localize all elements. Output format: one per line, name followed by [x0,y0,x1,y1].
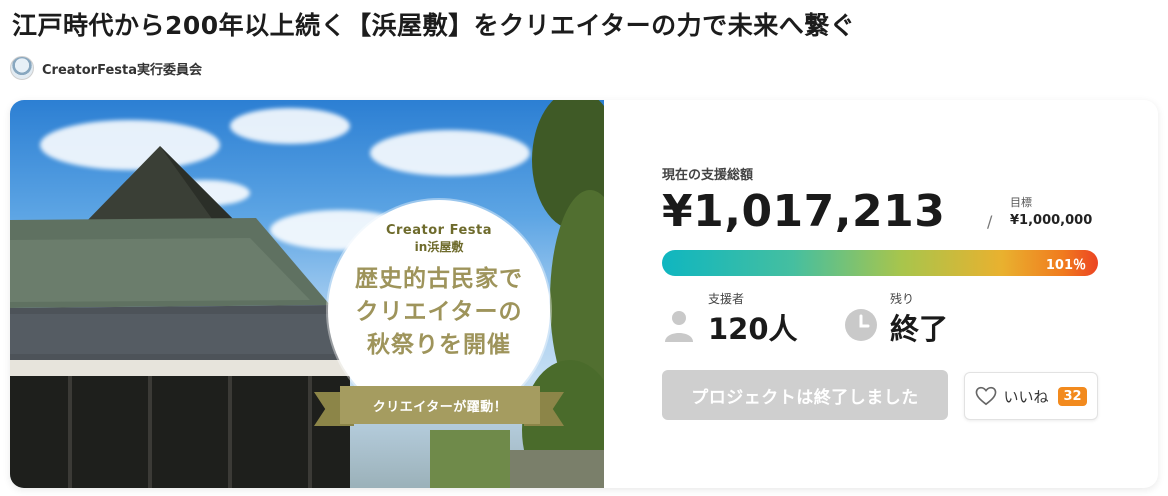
badge-headline-line: クリエイターの [355,299,523,325]
total-label: 現在の支援総額 [662,168,754,183]
badge-headline: 歴史的古民家で クリエイターの 秋祭りを開催 [328,263,550,362]
project-card: Creator Festa in浜屋敷 歴史的古民家で クリエイターの 秋祭りを… [10,100,1158,488]
badge-headline-line: 歴史的古民家で [355,266,523,292]
supporters-value: 120人 [708,312,798,346]
goal-label: 目標 [1010,196,1032,209]
person-icon [665,311,693,342]
goal-separator: / [987,212,993,231]
goal-amount: ¥1,000,000 [1010,213,1093,228]
badge-english-title: Creator Festa [385,223,493,238]
progress-bar: 101％ [662,250,1098,276]
progress-percent: 101％ [1045,258,1086,273]
like-button[interactable]: いいね 32 [964,372,1098,420]
owner-avatar[interactable] [10,56,34,80]
heart-icon [976,386,997,406]
total-amount: ¥1,017,213 [662,186,946,237]
badge-location: in浜屋敷 [414,240,464,254]
supporters-label: 支援者 [708,292,745,306]
project-hero-image: Creator Festa in浜屋敷 歴史的古民家で クリエイターの 秋祭りを… [10,100,604,488]
badge-headline-line: 秋祭りを開催 [367,332,511,358]
project-ended-button[interactable]: プロジェクトは終了しました [662,370,948,420]
owner-name[interactable]: CreatorFesta実行委員会 [42,59,202,78]
project-owner[interactable]: CreatorFesta実行委員会 [10,56,202,80]
project-title: 江戸時代から200年以上続く【浜屋敷】をクリエイターの力で未来へ繋ぐ [12,11,856,40]
clock-icon [845,309,877,341]
like-label: いいね [1003,387,1049,406]
funding-panel: 現在の支援総額 ¥1,017,213 / 目標 ¥1,000,000 101％ … [604,100,1158,488]
remaining-label: 残り [890,292,915,306]
remaining-value: 終了 [890,312,949,346]
like-count-badge: 32 [1058,386,1087,406]
ribbon-banner: クリエイターが躍動！ [340,386,540,424]
